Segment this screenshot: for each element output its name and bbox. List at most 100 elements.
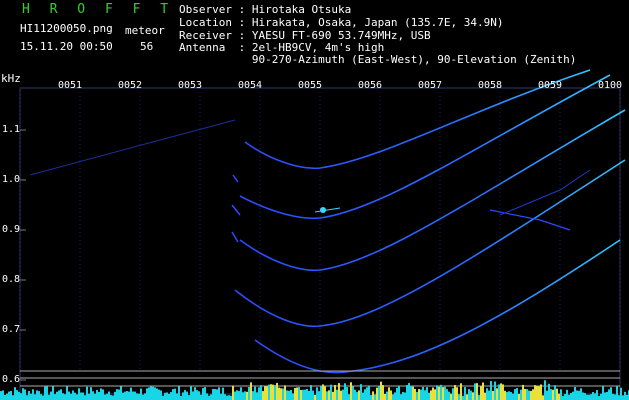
- noise-bar: [290, 390, 292, 400]
- noise-bar: [126, 391, 128, 400]
- noise-bar: [270, 384, 272, 400]
- noise-bar: [288, 390, 290, 400]
- noise-bar: [210, 394, 212, 400]
- noise-bar: [378, 386, 380, 400]
- noise-bar: [604, 392, 606, 400]
- noise-bar: [588, 394, 590, 400]
- noise-bar: [322, 384, 324, 400]
- noise-bar: [384, 393, 386, 400]
- noise-bar: [448, 391, 450, 400]
- x-tick-label: 0053: [178, 80, 203, 91]
- noise-bar: [22, 388, 24, 400]
- noise-bar: [328, 390, 330, 400]
- noise-bar: [166, 392, 168, 400]
- noise-bar: [304, 389, 306, 400]
- noise-bar: [618, 395, 620, 400]
- noise-bar: [0, 391, 2, 400]
- noise-bar: [350, 382, 352, 400]
- noise-bar: [584, 393, 586, 400]
- y-tick-label: 0.8: [2, 274, 21, 285]
- noise-bar: [442, 387, 444, 400]
- noise-bar: [68, 391, 70, 400]
- noise-bar: [408, 383, 410, 400]
- noise-bar: [554, 385, 556, 400]
- noise-bar: [80, 392, 82, 400]
- noise-bar: [392, 394, 394, 400]
- y-tick-label: 0.7: [2, 324, 21, 335]
- noise-bar: [606, 391, 608, 400]
- noise-bar: [20, 393, 22, 400]
- noise-bar: [154, 387, 156, 400]
- noise-bar: [48, 394, 50, 400]
- noise-bar: [260, 385, 262, 400]
- noise-bar: [590, 394, 592, 400]
- noise-bar: [90, 387, 92, 400]
- noise-bar: [124, 391, 126, 400]
- noise-bar: [244, 391, 246, 400]
- noise-bar: [612, 393, 614, 400]
- noise-bar: [148, 387, 150, 400]
- noise-bar: [134, 391, 136, 400]
- noise-bar: [262, 391, 264, 400]
- noise-bar: [306, 388, 308, 400]
- noise-bar: [548, 383, 550, 400]
- noise-bar: [522, 384, 524, 400]
- noise-bar: [112, 395, 114, 400]
- noise-bar: [592, 392, 594, 400]
- noise-bar: [86, 386, 88, 400]
- x-tick-label: 0056: [358, 80, 383, 91]
- y-tick-label: 0.9: [2, 224, 21, 235]
- noise-bar: [578, 390, 580, 400]
- noise-bar: [136, 393, 138, 400]
- noise-bar: [472, 392, 474, 400]
- noise-bar: [508, 391, 510, 400]
- noise-bar: [400, 394, 402, 400]
- noise-bar: [332, 391, 334, 400]
- noise-bar: [266, 386, 268, 400]
- noise-bar: [518, 393, 520, 400]
- noise-bar: [72, 390, 74, 400]
- noise-bar: [234, 391, 236, 400]
- noise-bar: [426, 387, 428, 400]
- noise-bar: [536, 385, 538, 400]
- noise-bar: [412, 386, 414, 400]
- x-tick-label: 0051: [58, 80, 83, 91]
- noise-bar: [254, 386, 256, 400]
- noise-bar: [432, 387, 434, 400]
- noise-bar: [534, 385, 536, 400]
- noise-bar: [480, 386, 482, 400]
- noise-bar: [228, 395, 230, 400]
- noise-bar: [206, 393, 208, 400]
- noise-bar: [194, 387, 196, 400]
- y-tick-label: 1.0: [2, 174, 21, 185]
- noise-bar: [250, 382, 252, 400]
- noise-bar: [402, 392, 404, 400]
- noise-bar: [276, 382, 278, 400]
- noise-bar: [40, 394, 42, 400]
- noise-bar: [172, 389, 174, 400]
- noise-bar: [282, 388, 284, 400]
- noise-bar: [602, 386, 604, 400]
- noise-bar: [434, 389, 436, 400]
- noise-bar: [320, 385, 322, 400]
- noise-bar: [458, 394, 460, 400]
- noise-bar: [388, 387, 390, 400]
- noise-bar: [326, 391, 328, 400]
- noise-bar: [108, 391, 110, 400]
- y-tick-label: 0.6: [2, 374, 21, 385]
- noise-bar: [264, 386, 266, 400]
- noise-bar: [422, 386, 424, 400]
- noise-bar: [494, 381, 496, 400]
- noise-bar: [598, 395, 600, 400]
- noise-bar: [198, 391, 200, 400]
- file-name: HI11200050.png: [20, 22, 113, 35]
- noise-bar: [492, 390, 494, 400]
- noise-bar: [24, 389, 26, 400]
- noise-bar: [302, 389, 304, 400]
- noise-bar: [298, 387, 300, 400]
- noise-bar: [364, 389, 366, 400]
- noise-bar: [532, 389, 534, 400]
- noise-bar: [6, 393, 8, 400]
- noise-bar: [610, 387, 612, 400]
- noise-bar: [66, 386, 68, 400]
